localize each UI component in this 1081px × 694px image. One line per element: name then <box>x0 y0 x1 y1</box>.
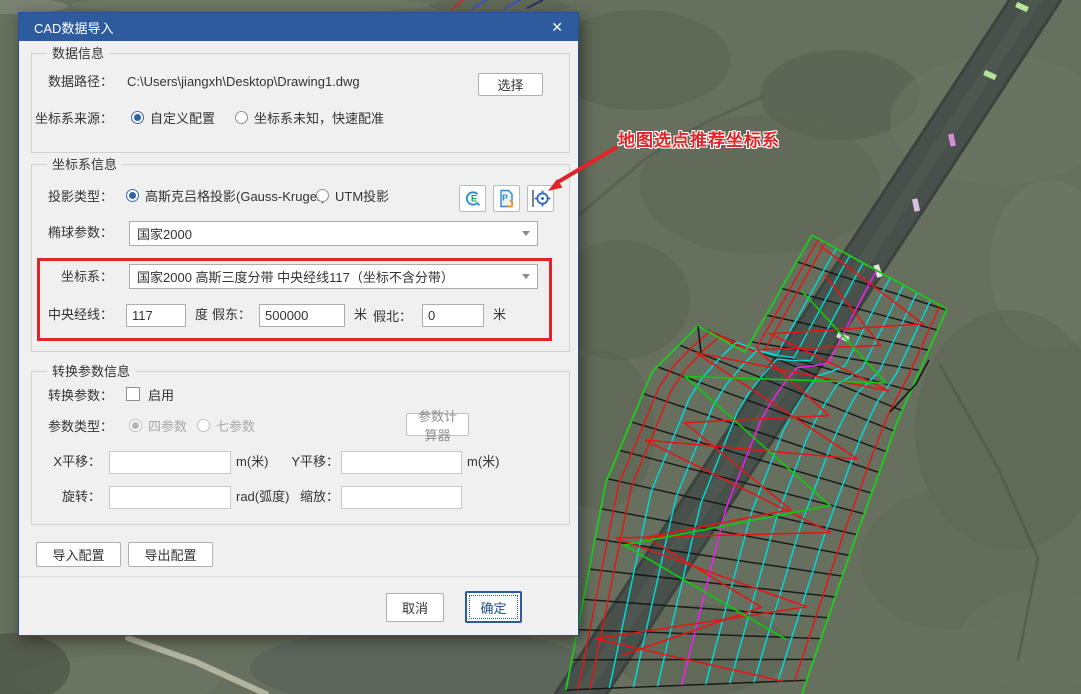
epsg-search-icon: E <box>463 189 482 208</box>
ellipsoid-label: 椭球参数： <box>23 225 113 241</box>
crs-selected-value: 国家2000 高斯三度分带 中央经线117（坐标不含分带） <box>137 267 454 286</box>
crs-source-label: 坐标系来源： <box>23 111 113 127</box>
central-meridian-label: 中央经线： <box>23 307 113 323</box>
group-data-info: 数据信息 <box>31 53 570 153</box>
radio-utm[interactable]: UTM投影 <box>316 186 389 205</box>
false-east-label: 假东： <box>209 307 251 323</box>
svg-text:E: E <box>471 194 477 205</box>
central-meridian-input[interactable] <box>126 304 186 327</box>
radio-unknown-crs-label: 坐标系未知，快速配准 <box>254 108 384 127</box>
radio-gauss-kruger[interactable]: 高斯克吕格投影(Gauss-Kruger) <box>126 186 326 205</box>
radio-unknown-crs[interactable]: 坐标系未知，快速配准 <box>235 108 384 127</box>
radio-seven-param-label: 七参数 <box>216 416 255 435</box>
radio-unselected-icon <box>235 111 248 124</box>
false-north-label: 假北： <box>370 309 412 325</box>
radio-selected-icon <box>131 111 144 124</box>
rotate-label: 旋转： <box>23 489 101 505</box>
false-east-input[interactable] <box>259 304 345 327</box>
radio-disabled-selected-icon <box>129 419 142 432</box>
prj-file-icon: P <box>497 189 516 208</box>
rotate-input[interactable] <box>109 486 231 509</box>
ok-button[interactable]: 确定 <box>465 591 522 623</box>
choose-file-button[interactable]: 选择 <box>478 73 543 96</box>
ellipsoid-select[interactable]: 国家2000 <box>129 221 538 246</box>
crs-label: 坐标系： <box>23 269 113 285</box>
epsg-search-button[interactable]: E <box>459 185 486 212</box>
transform-enable-label: 转换参数： <box>23 388 113 404</box>
false-north-input[interactable] <box>422 304 484 327</box>
footer-divider <box>19 576 578 577</box>
radio-four-param-label: 四参数 <box>148 416 187 435</box>
false-north-unit: 米 <box>493 307 506 323</box>
radio-unselected-icon <box>316 189 329 202</box>
enable-checkbox-label: 启用 <box>148 388 174 404</box>
svg-text:P: P <box>502 193 508 203</box>
ellipsoid-selected-value: 国家2000 <box>137 224 192 243</box>
dialog-title: CAD数据导入 <box>34 18 113 37</box>
radio-seven-param: 七参数 <box>197 416 255 435</box>
chevron-down-icon <box>522 231 530 236</box>
map-pick-crs-button[interactable] <box>527 185 554 212</box>
param-calculator-button[interactable]: 参数计算器 <box>406 413 469 436</box>
y-shift-label: Y平移： <box>259 454 339 470</box>
crs-select[interactable]: 国家2000 高斯三度分带 中央经线117（坐标不含分带） <box>129 264 538 289</box>
enable-checkbox[interactable] <box>126 387 140 401</box>
import-config-button[interactable]: 导入配置 <box>36 542 121 567</box>
radio-custom-config-label: 自定义配置 <box>150 108 215 127</box>
param-type-label: 参数类型： <box>23 419 113 435</box>
close-icon[interactable]: ✕ <box>544 17 570 37</box>
export-config-button[interactable]: 导出配置 <box>128 542 213 567</box>
radio-utm-label: UTM投影 <box>335 186 389 205</box>
group-data-info-legend: 数据信息 <box>47 46 109 61</box>
cancel-button[interactable]: 取消 <box>386 593 444 622</box>
group-crs-info-legend: 坐标系信息 <box>47 157 122 172</box>
chevron-down-icon <box>522 274 530 279</box>
central-meridian-unit: 度 <box>195 307 208 323</box>
radio-selected-icon <box>126 189 139 202</box>
y-shift-input[interactable] <box>341 451 462 474</box>
data-path-value: C:\Users\jiangxh\Desktop\Drawing1.dwg <box>127 74 360 90</box>
prj-file-button[interactable]: P <box>493 185 520 212</box>
dialog-titlebar[interactable]: CAD数据导入 ✕ <box>19 13 578 41</box>
data-path-label: 数据路径： <box>23 74 113 90</box>
scale-label: 缩放： <box>259 489 339 505</box>
radio-disabled-icon <box>197 419 210 432</box>
scale-input[interactable] <box>341 486 462 509</box>
radio-gauss-kruger-label: 高斯克吕格投影(Gauss-Kruger) <box>145 186 326 205</box>
x-shift-input[interactable] <box>109 451 231 474</box>
radio-custom-config[interactable]: 自定义配置 <box>131 108 215 127</box>
false-east-unit: 米 <box>354 307 367 323</box>
y-shift-unit: m(米) <box>467 454 500 470</box>
map-pick-crosshair-icon <box>530 188 551 209</box>
radio-four-param: 四参数 <box>129 416 187 435</box>
cad-import-dialog: CAD数据导入 ✕ 数据信息 数据路径： C:\Users\jiangxh\De… <box>18 12 579 636</box>
projection-type-label: 投影类型： <box>23 189 113 205</box>
group-transform-info-legend: 转换参数信息 <box>47 364 135 379</box>
x-shift-label: X平移： <box>23 454 101 470</box>
app-stage: CAD数据导入 ✕ 数据信息 数据路径： C:\Users\jiangxh\De… <box>0 0 1081 694</box>
